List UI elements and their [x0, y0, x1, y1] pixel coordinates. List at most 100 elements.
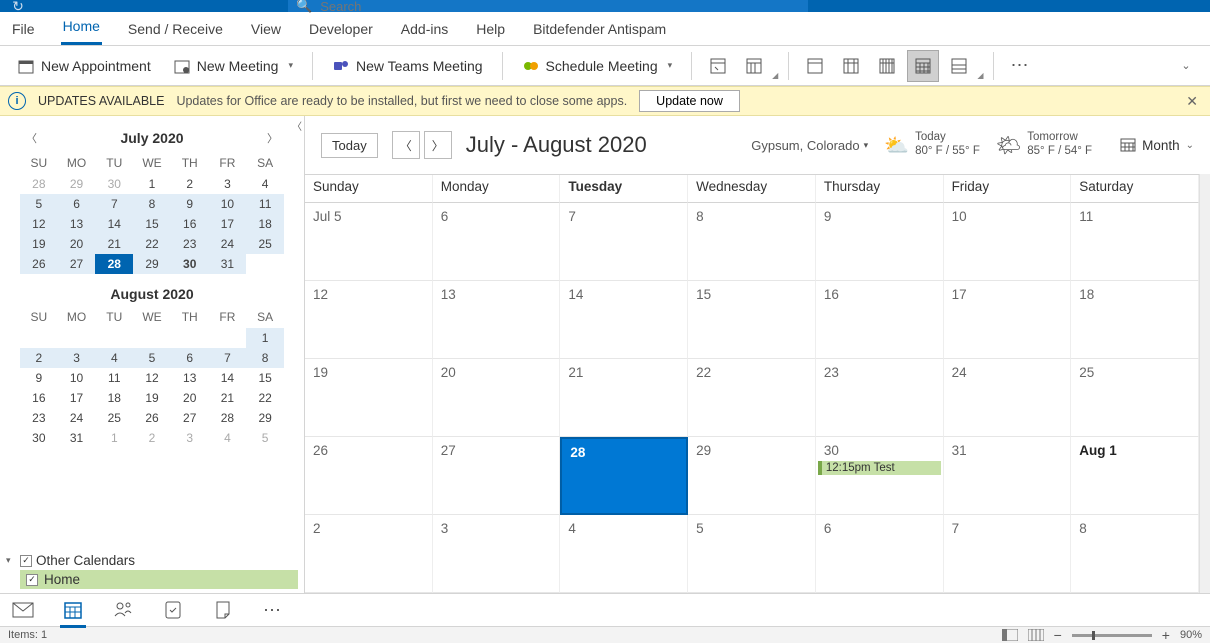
- group-launcher-icon[interactable]: ◢: [977, 71, 983, 80]
- calendar-cell[interactable]: 6: [816, 515, 944, 593]
- calendar-event[interactable]: 12:15pm Test: [818, 461, 941, 475]
- mini-cal-day[interactable]: 4: [95, 348, 133, 368]
- mini-cal-day[interactable]: 13: [171, 368, 209, 388]
- schedule-meeting-button[interactable]: Schedule Meeting ▾: [513, 52, 682, 80]
- collapse-ribbon-icon[interactable]: ⌄: [1170, 50, 1202, 82]
- mini-cal-day[interactable]: 9: [20, 368, 58, 388]
- month-view-icon[interactable]: [907, 50, 939, 82]
- calendar-home[interactable]: ✓ Home: [20, 570, 298, 589]
- mini-cal-day[interactable]: 6: [58, 194, 96, 214]
- calendar-cell[interactable]: 28: [560, 437, 688, 515]
- notes-icon[interactable]: [212, 599, 234, 621]
- mini-cal-day[interactable]: 3: [171, 428, 209, 448]
- mini-cal-day[interactable]: 22: [246, 388, 284, 408]
- mini-cal-day[interactable]: 26: [133, 408, 171, 428]
- mini-cal-day[interactable]: 29: [58, 174, 96, 194]
- mini-cal-day[interactable]: 4: [246, 174, 284, 194]
- calendar-cell[interactable]: 6: [433, 203, 561, 281]
- mini-cal-day[interactable]: 5: [20, 194, 58, 214]
- mini-cal-day[interactable]: 12: [20, 214, 58, 234]
- calendar-cell[interactable]: 7: [944, 515, 1072, 593]
- mini-cal-day[interactable]: 13: [58, 214, 96, 234]
- calendar-cell[interactable]: 8: [1071, 515, 1199, 593]
- ribbon-more-icon[interactable]: ⋯: [1004, 50, 1036, 82]
- mini-cal-day[interactable]: 2: [20, 348, 58, 368]
- mini-cal-day[interactable]: 29: [246, 408, 284, 428]
- mini-cal-day[interactable]: 11: [95, 368, 133, 388]
- mini-cal-day[interactable]: [58, 328, 96, 348]
- search-input[interactable]: [320, 0, 800, 14]
- mini-cal-day[interactable]: 31: [209, 254, 247, 274]
- mini-cal-day[interactable]: 6: [171, 348, 209, 368]
- next-7-days-icon[interactable]: [738, 50, 770, 82]
- tab-help[interactable]: Help: [474, 15, 507, 45]
- calendar-cell[interactable]: 3: [433, 515, 561, 593]
- new-meeting-button[interactable]: New Meeting ▾: [164, 52, 302, 80]
- week-view-icon[interactable]: [871, 50, 903, 82]
- mini-cal-day[interactable]: 10: [209, 194, 247, 214]
- mini-cal-day[interactable]: 28: [209, 408, 247, 428]
- mini-cal-day[interactable]: 14: [209, 368, 247, 388]
- next-period-button[interactable]: 〉: [424, 131, 452, 159]
- calendar-cell[interactable]: 12: [305, 281, 433, 359]
- mini-cal-day[interactable]: 24: [209, 234, 247, 254]
- prev-month-icon[interactable]: 〈: [20, 128, 43, 148]
- calendar-cell[interactable]: 18: [1071, 281, 1199, 359]
- calendar-cell[interactable]: 24: [944, 359, 1072, 437]
- calendar-cell[interactable]: 5: [688, 515, 816, 593]
- dropdown-icon[interactable]: ▾: [288, 60, 293, 71]
- mini-cal-day[interactable]: 28: [95, 254, 133, 274]
- mini-cal-day[interactable]: 8: [246, 348, 284, 368]
- calendar-cell[interactable]: 19: [305, 359, 433, 437]
- expand-icon[interactable]: ▾: [6, 555, 16, 566]
- mini-cal-day[interactable]: 27: [58, 254, 96, 274]
- mini-cal-day[interactable]: 31: [58, 428, 96, 448]
- mini-cal-day[interactable]: 17: [58, 388, 96, 408]
- month-grid[interactable]: SundayMondayTuesdayWednesdayThursdayFrid…: [305, 174, 1199, 593]
- calendar-cell[interactable]: 4: [560, 515, 688, 593]
- mini-cal-day[interactable]: 15: [133, 214, 171, 234]
- calendar-cell[interactable]: Aug 1: [1071, 437, 1199, 515]
- calendar-cell[interactable]: 21: [560, 359, 688, 437]
- mini-cal-day[interactable]: 1: [246, 328, 284, 348]
- mini-cal-day[interactable]: [209, 328, 247, 348]
- checkbox[interactable]: ✓: [20, 555, 32, 567]
- calendar-cell[interactable]: 26: [305, 437, 433, 515]
- mini-cal-day[interactable]: [20, 328, 58, 348]
- mini-cal-day[interactable]: 18: [95, 388, 133, 408]
- mini-cal-day[interactable]: 22: [133, 234, 171, 254]
- mini-cal-day[interactable]: 23: [171, 234, 209, 254]
- search-box[interactable]: 🔍: [288, 0, 808, 12]
- calendar-cell[interactable]: 17: [944, 281, 1072, 359]
- mini-cal-day[interactable]: 7: [209, 348, 247, 368]
- nav-more-icon[interactable]: ⋯: [262, 599, 284, 621]
- mini-cal-day[interactable]: 19: [20, 234, 58, 254]
- view-selector[interactable]: Month ⌄: [1120, 137, 1194, 153]
- group-launcher-icon[interactable]: ◢: [772, 71, 778, 80]
- calendar-cell[interactable]: 9: [816, 203, 944, 281]
- other-calendars-header[interactable]: ▾ ✓ Other Calendars: [6, 551, 298, 570]
- zoom-out-icon[interactable]: −: [1054, 627, 1062, 643]
- mini-cal-day[interactable]: [133, 328, 171, 348]
- calendar-cell[interactable]: 31: [944, 437, 1072, 515]
- calendar-cell[interactable]: 13: [433, 281, 561, 359]
- calendar-cell[interactable]: 8: [688, 203, 816, 281]
- tab-home[interactable]: Home: [61, 12, 102, 45]
- calendar-cell[interactable]: 2: [305, 515, 433, 593]
- tasks-icon[interactable]: [162, 599, 184, 621]
- mini-cal-day[interactable]: 25: [95, 408, 133, 428]
- mini-cal-day[interactable]: 19: [133, 388, 171, 408]
- mini-cal-day[interactable]: 23: [20, 408, 58, 428]
- today-view-icon[interactable]: [702, 50, 734, 82]
- mini-cal-day[interactable]: 2: [171, 174, 209, 194]
- tab-file[interactable]: File: [10, 15, 37, 45]
- mini-cal-day[interactable]: 11: [246, 194, 284, 214]
- calendar-cell[interactable]: 10: [944, 203, 1072, 281]
- weather-location[interactable]: Gypsum, Colorado ▾: [751, 138, 868, 153]
- mini-cal-day[interactable]: 18: [246, 214, 284, 234]
- tab-send-receive[interactable]: Send / Receive: [126, 15, 225, 45]
- mini-cal-day[interactable]: 3: [58, 348, 96, 368]
- tab-view[interactable]: View: [249, 15, 283, 45]
- mini-cal-day[interactable]: 24: [58, 408, 96, 428]
- calendar-cell[interactable]: 22: [688, 359, 816, 437]
